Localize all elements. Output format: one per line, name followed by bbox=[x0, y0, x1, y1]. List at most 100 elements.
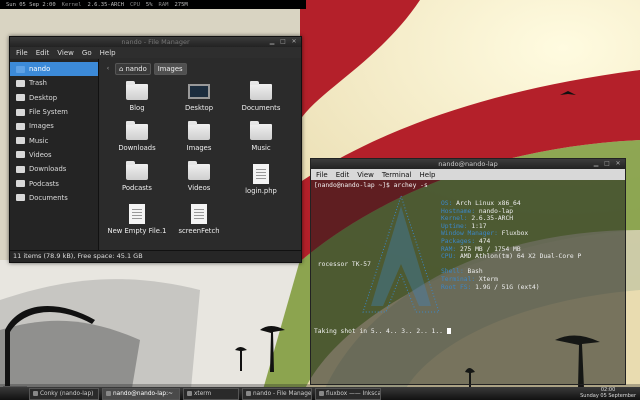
sidebar-item-trash[interactable]: Trash bbox=[10, 76, 98, 90]
folder-icon bbox=[126, 161, 148, 180]
file-item[interactable]: Videos bbox=[169, 161, 229, 192]
file-item[interactable]: screenFetch bbox=[169, 204, 229, 235]
sidebar-item-podcasts[interactable]: Podcasts bbox=[10, 176, 98, 190]
breadcrumb-home-label: nando bbox=[125, 65, 147, 73]
file-manager-window: nando - File Manager ▁ □ ✕ File Edit Vie… bbox=[9, 36, 302, 263]
breadcrumb-home[interactable]: ⌂ nando bbox=[115, 63, 151, 75]
menu-view[interactable]: View bbox=[57, 49, 74, 57]
file-item[interactable]: Documents bbox=[231, 81, 291, 112]
folder-icon bbox=[16, 122, 25, 130]
sidebar-item-label: Music bbox=[29, 136, 49, 145]
sidebar-item-desktop[interactable]: Desktop bbox=[10, 91, 98, 105]
terminal-cursor bbox=[446, 328, 451, 334]
file-icon bbox=[253, 164, 269, 184]
terminal-minimize-icon[interactable]: ▁ bbox=[592, 160, 600, 168]
terminal-maximize-icon[interactable]: □ bbox=[603, 160, 611, 168]
menu-file[interactable]: File bbox=[16, 49, 28, 57]
file-item-label: New Empty File.1 bbox=[107, 227, 167, 235]
file-item-label: Music bbox=[251, 144, 271, 152]
terminal-menu-terminal[interactable]: Terminal bbox=[382, 171, 412, 179]
archey-row: Hostname: nando-lap bbox=[441, 208, 513, 216]
file-item-label: Blog bbox=[129, 104, 145, 112]
archey-value: 1:17 bbox=[471, 222, 487, 230]
window-icon bbox=[106, 391, 111, 396]
file-icon bbox=[129, 204, 145, 224]
menu-help[interactable]: Help bbox=[100, 49, 116, 57]
file-item[interactable]: New Empty File.1 bbox=[107, 204, 167, 235]
file-item[interactable]: Music bbox=[231, 121, 291, 152]
file-item[interactable]: Images bbox=[169, 121, 229, 152]
system-tray: 02:00 Sunday 05 September bbox=[580, 387, 636, 399]
archey-key: Hostname: bbox=[441, 207, 476, 215]
close-icon[interactable]: ✕ bbox=[290, 38, 298, 46]
menu-edit[interactable]: Edit bbox=[36, 49, 50, 57]
arch-logo-icon bbox=[362, 194, 440, 313]
archey-key: Root FS: bbox=[441, 283, 472, 291]
taskbar-task[interactable]: nando - File Manager bbox=[242, 387, 312, 400]
file-item-label: screenFetch bbox=[178, 227, 220, 235]
sidebar-item-videos[interactable]: Videos bbox=[10, 148, 98, 162]
file-manager-menubar: File Edit View Go Help bbox=[10, 47, 301, 58]
archey-value: Fluxbox bbox=[501, 230, 529, 238]
taskbar-task-label: nando@nando-lap:~ bbox=[113, 390, 173, 397]
clock[interactable]: 02:00 Sunday 05 September bbox=[580, 387, 636, 399]
taskbar: Conky (nando-lap) nando@nando-lap:~ xterm n… bbox=[0, 387, 640, 400]
sidebar-item-music[interactable]: Music bbox=[10, 133, 98, 147]
archey-key: Uptime: bbox=[441, 222, 468, 230]
file-item[interactable]: Podcasts bbox=[107, 161, 167, 192]
folder-icon bbox=[188, 161, 210, 180]
terminal-menu-view[interactable]: View bbox=[357, 171, 374, 179]
archey-row: Root FS: 1.9G / 51G (ext4) bbox=[441, 284, 540, 292]
sidebar-item-file-system[interactable]: File System bbox=[10, 105, 98, 119]
terminal-titlebar[interactable]: nando@nando-lap ▁ □ ✕ bbox=[311, 159, 625, 169]
archey-key: Shell: bbox=[441, 268, 464, 276]
menu-go[interactable]: Go bbox=[82, 49, 92, 57]
terminal-menu-help[interactable]: Help bbox=[420, 171, 436, 179]
sidebar-item-label: Documents bbox=[29, 193, 68, 202]
sidebar-item-downloads[interactable]: Downloads bbox=[10, 162, 98, 176]
folder-icon bbox=[16, 165, 25, 173]
file-item-label: Documents bbox=[241, 104, 281, 112]
conky-ram-label: RAM bbox=[158, 1, 169, 8]
folder-icon bbox=[16, 137, 25, 145]
archey-value: AMD Athlon(tm) 64 X2 Dual-Core P bbox=[459, 253, 582, 261]
terminal-close-icon[interactable]: ✕ bbox=[614, 160, 622, 168]
sidebar-item-images[interactable]: Images bbox=[10, 119, 98, 133]
file-item[interactable]: Downloads bbox=[107, 121, 167, 152]
archey-value: nando-lap bbox=[478, 207, 514, 215]
chevron-left-icon[interactable]: ‹ bbox=[104, 65, 112, 73]
archey-value: 275 MB / 1754 MB bbox=[459, 245, 521, 253]
terminal-menu-edit[interactable]: Edit bbox=[336, 171, 350, 179]
sidebar-item-documents[interactable]: Documents bbox=[10, 191, 98, 205]
desktop-icon bbox=[188, 84, 210, 99]
archey-row: Terminal: Xterm bbox=[441, 276, 498, 284]
file-manager-titlebar[interactable]: nando - File Manager ▁ □ ✕ bbox=[10, 37, 301, 47]
breadcrumb-current[interactable]: Images bbox=[153, 63, 187, 75]
archey-row: Window Manager: Fluxbox bbox=[441, 230, 528, 238]
sidebar: nando Trash Desktop File System Images Music V… bbox=[10, 59, 99, 251]
folder-icon bbox=[250, 121, 272, 140]
terminal-menu-file[interactable]: File bbox=[316, 171, 328, 179]
taskbar-task[interactable]: nando@nando-lap:~ bbox=[102, 387, 180, 400]
archey-row: CPU: AMD Athlon(tm) 64 X2 Dual-Core P bbox=[441, 253, 581, 261]
shot-text: Taking shot in 5.. 4.. 3.. 2.. 1.. bbox=[314, 328, 443, 335]
archey-key: Terminal: bbox=[441, 276, 476, 283]
taskbar-task[interactable]: xterm bbox=[183, 387, 239, 400]
file-item-label: login.php bbox=[245, 187, 277, 195]
file-item[interactable]: login.php bbox=[231, 164, 291, 195]
file-item[interactable]: Blog bbox=[107, 81, 167, 112]
sidebar-item-nando[interactable]: nando bbox=[10, 62, 98, 77]
file-item[interactable]: Desktop bbox=[169, 84, 229, 112]
taskbar-task-label: xterm bbox=[194, 390, 212, 397]
archey-value: 1.9G / 51G (ext4) bbox=[475, 283, 540, 291]
archey-row: rocessor TK-57 bbox=[314, 261, 371, 269]
taskbar-task[interactable]: Conky (nando-lap) bbox=[29, 387, 99, 400]
archey-key: Window Manager: bbox=[441, 230, 498, 238]
taskbar-task[interactable]: fluxbox —— Inkscape bbox=[315, 387, 381, 400]
archey-row: Uptime: 1:17 bbox=[441, 223, 487, 231]
maximize-icon[interactable]: □ bbox=[279, 38, 287, 46]
file-view: ‹ ⌂ nando Images Blog Desktop Documents Dow… bbox=[99, 59, 301, 251]
taskbar-task-label: Conky (nando-lap) bbox=[40, 390, 94, 397]
minimize-icon[interactable]: ▁ bbox=[268, 38, 276, 46]
terminal-output[interactable]: [nando@nando-lap ~]$ archey -s OS: Arch … bbox=[311, 180, 625, 384]
